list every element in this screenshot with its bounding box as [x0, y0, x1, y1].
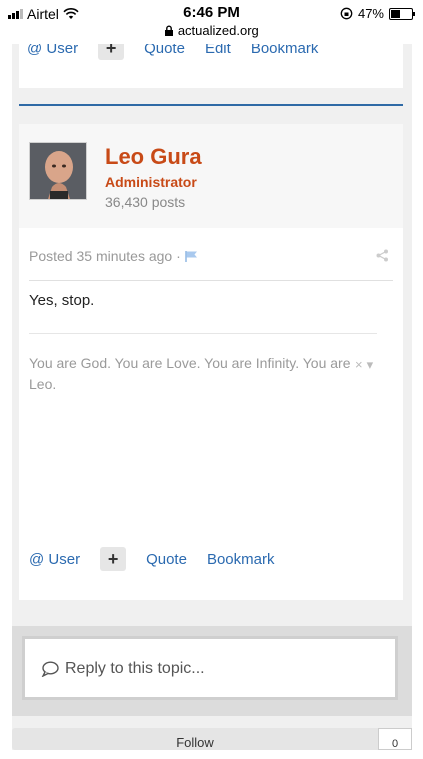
- post-actions: @ User + Quote Bookmark: [29, 547, 274, 571]
- avatar[interactable]: [29, 142, 87, 200]
- page-background: @ User + Quote Edit Bookmark Leo Gura Ad…: [12, 0, 412, 750]
- meta-divider: [29, 280, 393, 281]
- signature-controls: × ▾: [355, 357, 373, 373]
- status-bar: Airtel 6:46 PM actualized.org 47%: [0, 0, 423, 44]
- status-right: 47%: [340, 6, 415, 21]
- reply-container: Reply to this topic...: [12, 626, 412, 716]
- posted-time[interactable]: Posted 35 minutes ago ·: [29, 248, 181, 264]
- url-text: actualized.org: [177, 23, 259, 38]
- signature-text: You are God. You are Love. You are Infin…: [29, 355, 351, 392]
- reply-input[interactable]: Reply to this topic...: [22, 636, 398, 700]
- mention-user-link[interactable]: @ User: [29, 551, 80, 568]
- quote-link[interactable]: Quote: [146, 551, 187, 568]
- speech-bubble-icon: [41, 661, 59, 677]
- author-panel: Leo Gura Administrator 36,430 posts: [19, 124, 403, 228]
- chevron-down-icon[interactable]: ▾: [367, 357, 374, 373]
- post-meta: Posted 35 minutes ago ·: [29, 248, 198, 264]
- reply-placeholder: Reply to this topic...: [65, 660, 205, 677]
- post-body: Yes, stop.: [29, 292, 95, 309]
- plus-button[interactable]: +: [100, 547, 127, 571]
- author-name[interactable]: Leo Gura: [105, 144, 202, 170]
- battery-icon: [389, 7, 415, 20]
- orientation-lock-icon: [340, 7, 353, 20]
- report-flag-icon[interactable]: [185, 250, 198, 262]
- bookmark-link[interactable]: Bookmark: [207, 551, 275, 568]
- close-icon[interactable]: ×: [355, 357, 363, 373]
- author-role: Administrator: [105, 174, 197, 190]
- signature-divider: [29, 333, 377, 334]
- share-icon[interactable]: [376, 249, 389, 262]
- follow-button[interactable]: Follow: [12, 728, 378, 750]
- post-separator: [19, 104, 403, 106]
- post-card: Leo Gura Administrator 36,430 posts Post…: [19, 124, 403, 600]
- battery-percent: 47%: [357, 6, 384, 21]
- author-post-count: 36,430 posts: [105, 194, 186, 210]
- lock-icon: [165, 25, 174, 36]
- follow-count: 0: [378, 728, 412, 750]
- avatar-image: [30, 143, 86, 199]
- address-bar[interactable]: actualized.org: [0, 23, 423, 38]
- reply-placeholder-row: Reply to this topic...: [41, 660, 205, 678]
